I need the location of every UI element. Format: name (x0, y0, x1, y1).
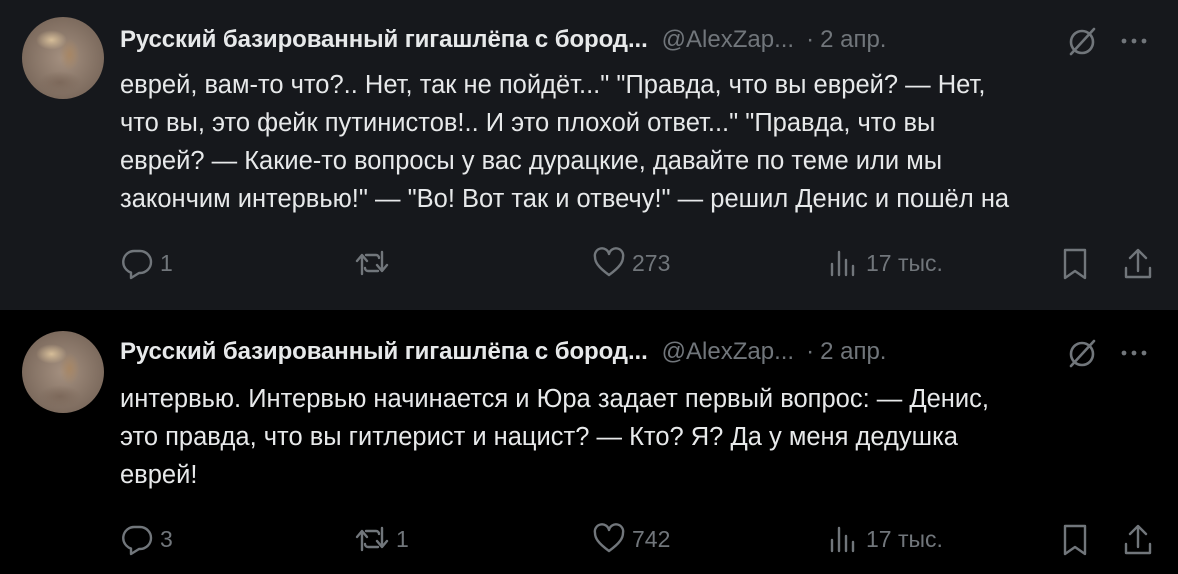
heart-icon (592, 522, 626, 556)
post-text-line: это правда, что вы гитлерист и нацист? —… (120, 423, 958, 451)
reply-count: 3 (160, 525, 173, 552)
share-button[interactable] (1122, 246, 1154, 282)
like-count: 273 (632, 249, 671, 276)
more-icon[interactable] (1116, 338, 1152, 368)
repost-button[interactable] (354, 246, 396, 280)
post-text-line: интервью. Интервью начинается и Юра зада… (120, 385, 989, 413)
repost-count: 1 (396, 525, 409, 552)
post[interactable]: Русский базированный гигашлёпа с бород..… (0, 0, 1178, 310)
post-text-line: еврей, вам-то что?.. Нет, так не пойдёт.… (120, 71, 986, 99)
more-icon[interactable] (1116, 26, 1152, 56)
separator-dot: · (806, 338, 815, 365)
post-text: интервью. Интервью начинается и Юра зада… (120, 380, 1160, 494)
reply-count: 1 (160, 249, 173, 276)
bookmark-button[interactable] (1060, 246, 1090, 282)
share-icon (1122, 246, 1154, 282)
heart-icon (592, 246, 626, 280)
post-header: Русский базированный гигашлёпа с бород..… (120, 334, 1160, 370)
grok-icon[interactable] (1064, 24, 1100, 60)
post-header: Русский базированный гигашлёпа с бород..… (120, 22, 1160, 58)
bookmark-button[interactable] (1060, 522, 1090, 558)
bookmark-icon (1060, 246, 1090, 282)
post-text: еврей, вам-то что?.. Нет, так не пойдёт.… (120, 66, 1160, 218)
avatar[interactable] (22, 17, 104, 99)
post-text-line: закончим интервью!" — "Во! Вот так и отв… (120, 185, 1010, 213)
reply-button[interactable]: 1 (120, 246, 173, 280)
repost-icon (354, 522, 390, 556)
share-icon (1122, 522, 1154, 558)
post[interactable]: Русский базированный гигашлёпа с бород..… (0, 310, 1178, 574)
post-date[interactable]: 2 апр. (820, 338, 886, 366)
author-handle[interactable]: @AlexZap... (662, 338, 794, 366)
like-button[interactable]: 273 (592, 246, 670, 280)
separator-dot: · (806, 26, 815, 53)
post-text-line: еврей? — Какие-то вопросы у вас дурацкие… (120, 147, 943, 175)
like-button[interactable]: 742 (592, 522, 670, 556)
author-name[interactable]: Русский базированный гигашлёпа с бород..… (120, 26, 648, 54)
post-text-line: что вы, это фейк путинистов!.. И это пло… (120, 109, 936, 137)
views-button[interactable]: 17 тыс. (826, 522, 943, 556)
post-date[interactable]: 2 апр. (820, 26, 886, 54)
post-text-line: еврей! (120, 461, 198, 489)
views-chart-icon (826, 522, 860, 556)
avatar[interactable] (22, 331, 104, 413)
author-handle[interactable]: @AlexZap... (662, 26, 794, 54)
views-button[interactable]: 17 тыс. (826, 246, 943, 280)
reply-icon (120, 522, 154, 556)
bookmark-icon (1060, 522, 1090, 558)
like-count: 742 (632, 525, 671, 552)
views-chart-icon (826, 246, 860, 280)
repost-icon (354, 246, 390, 280)
views-count: 17 тыс. (866, 525, 943, 552)
views-count: 17 тыс. (866, 249, 943, 276)
repost-button[interactable]: 1 (354, 522, 409, 556)
reply-icon (120, 246, 154, 280)
share-button[interactable] (1122, 522, 1154, 558)
author-name[interactable]: Русский базированный гигашлёпа с бород..… (120, 338, 648, 366)
reply-button[interactable]: 3 (120, 522, 173, 556)
grok-icon[interactable] (1064, 336, 1100, 372)
